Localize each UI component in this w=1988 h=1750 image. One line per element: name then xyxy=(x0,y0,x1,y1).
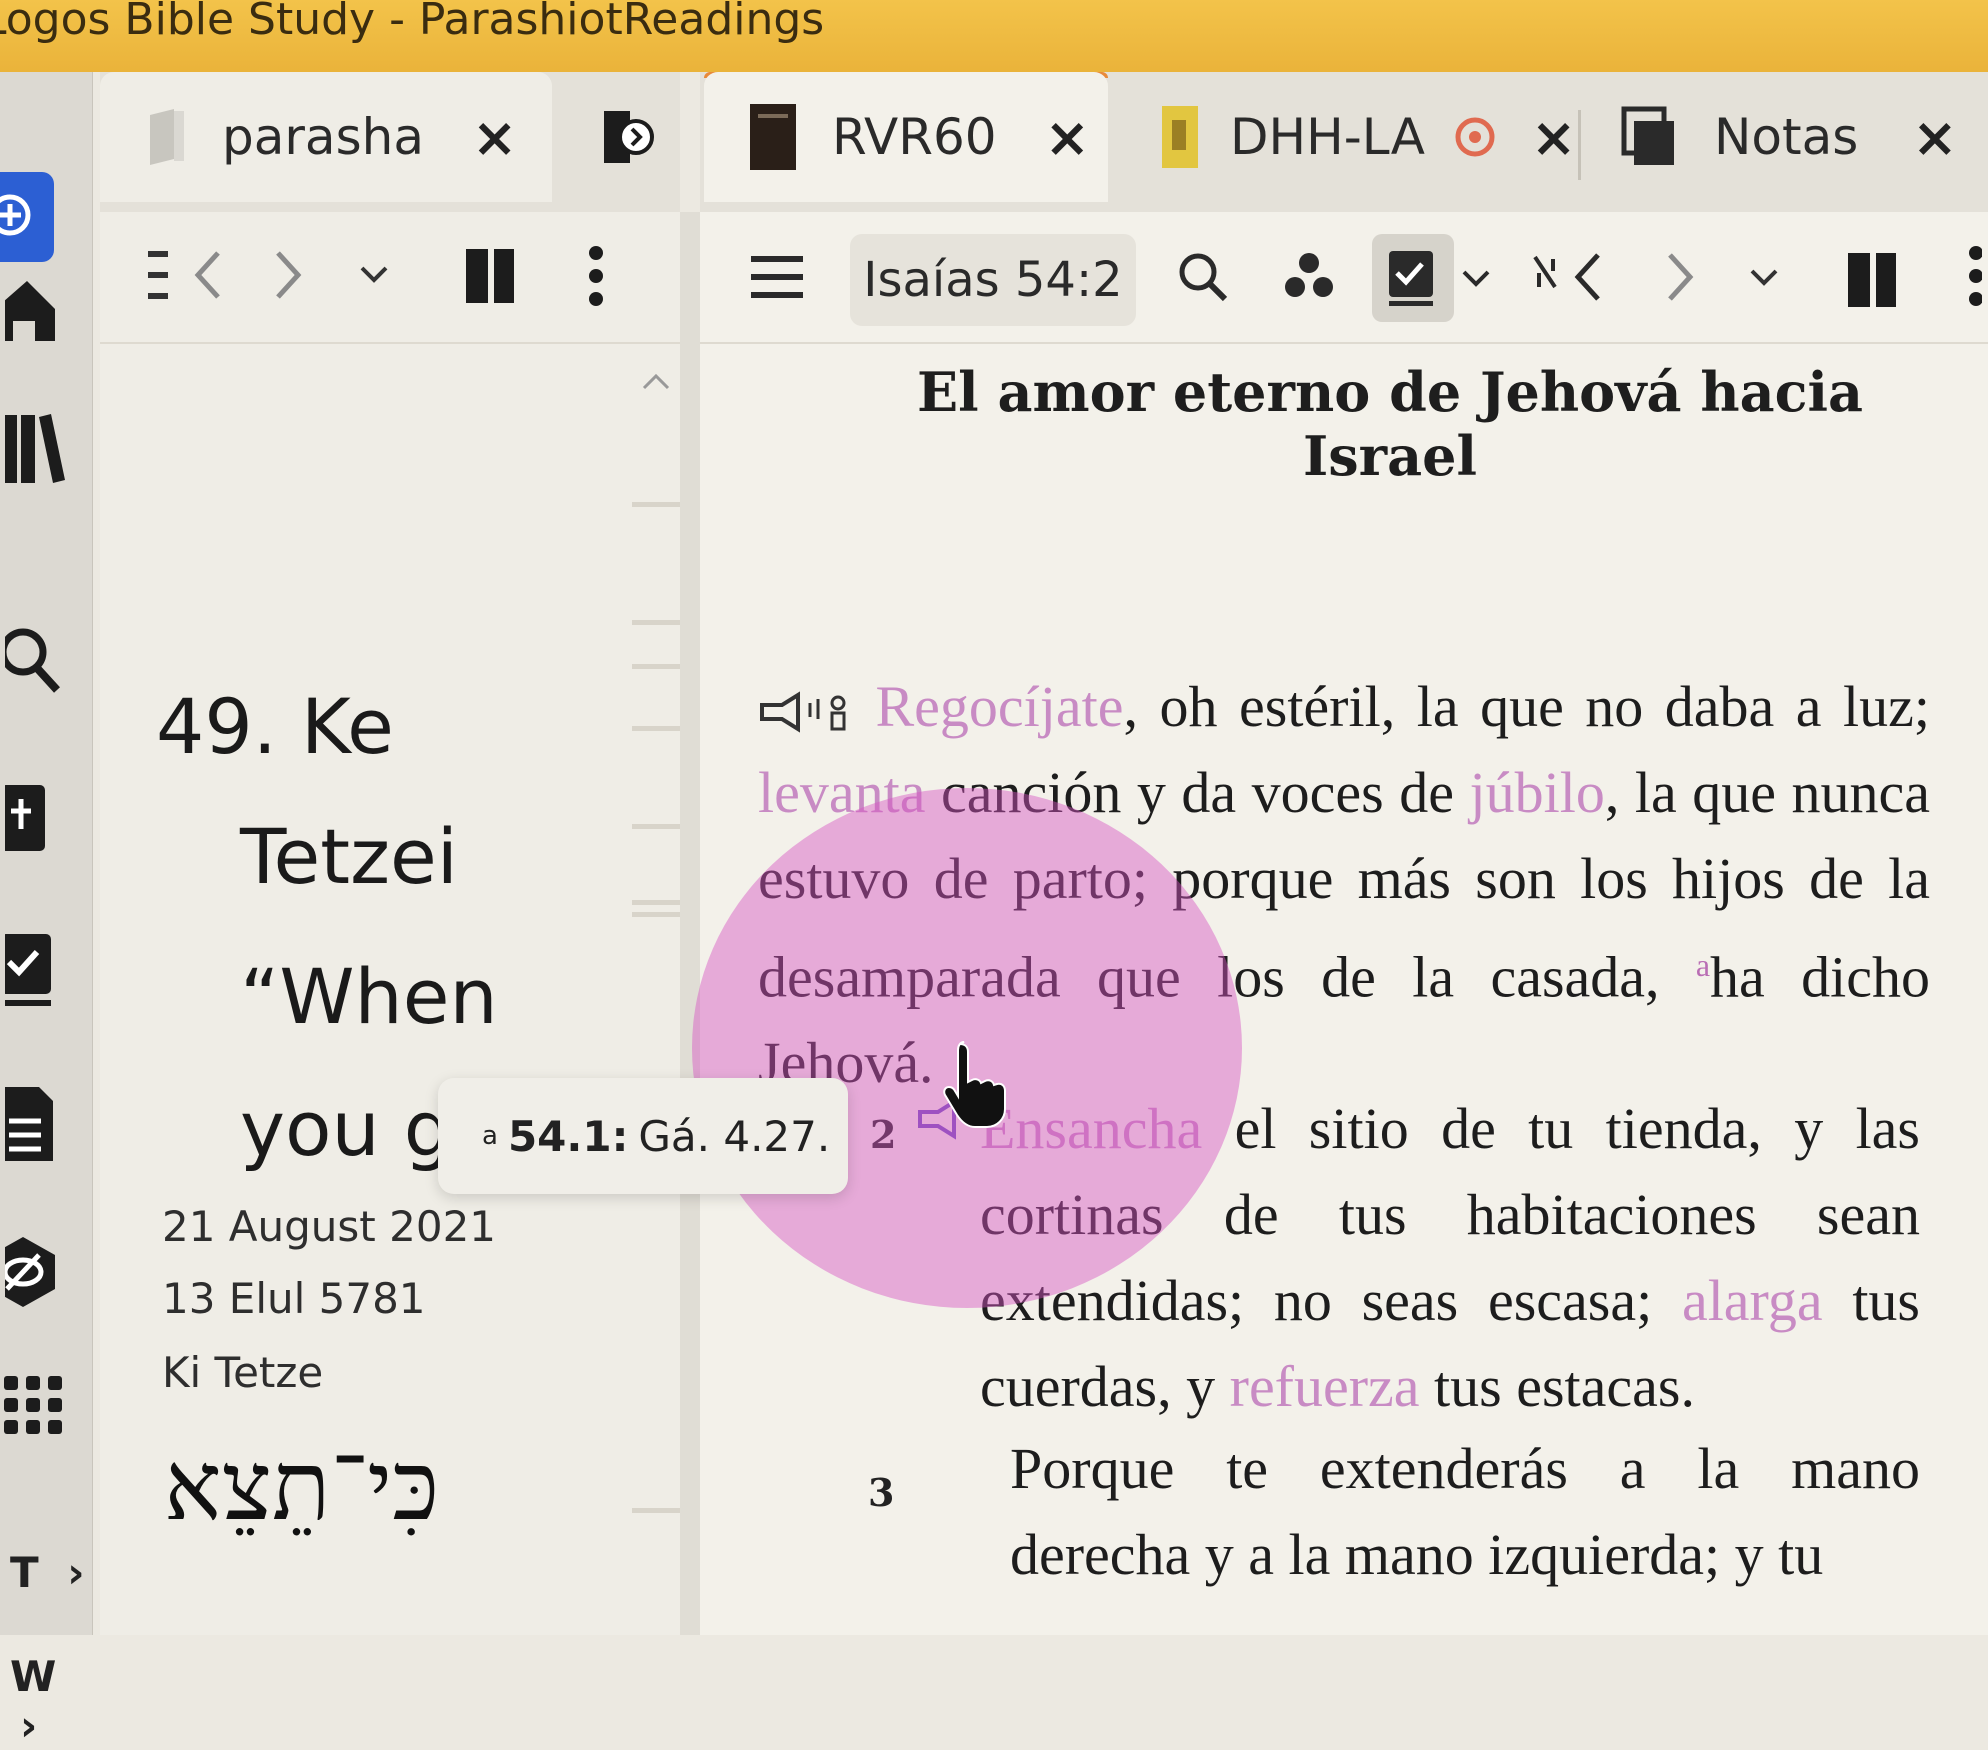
scroll-marker xyxy=(632,900,680,905)
reading-plan-button[interactable] xyxy=(1372,234,1454,322)
back-icon[interactable] xyxy=(1558,242,1618,312)
forward-icon[interactable] xyxy=(260,240,316,310)
footnote-tooltip[interactable]: a 54.1: Gá. 4.27. xyxy=(438,1078,848,1194)
app-title: Logos Bible Study - ParashiotReadings xyxy=(0,0,825,45)
bible-cover-icon xyxy=(750,104,796,170)
pane-divider[interactable] xyxy=(680,212,700,1635)
parasha-title-line: 49. Ke xyxy=(156,682,394,771)
tab-separator xyxy=(1578,110,1581,180)
close-tab-icon[interactable]: × xyxy=(1531,106,1576,169)
highlighted-word[interactable]: alarga xyxy=(1682,1268,1823,1333)
tab-dhh-la[interactable]: DHH-LA × xyxy=(1160,72,1580,202)
chevron-down-icon[interactable] xyxy=(1456,254,1496,304)
window-titlebar: Logos Bible Study - ParashiotReadings xyxy=(0,0,1988,72)
chevron-down-icon[interactable] xyxy=(1736,248,1792,308)
left-toolbar xyxy=(100,212,680,344)
bible-cover-icon xyxy=(1162,106,1198,168)
sidebar-item-t[interactable]: T › xyxy=(10,1548,85,1597)
menu-icon[interactable] xyxy=(744,242,810,312)
tooltip-crossref[interactable]: Gá. 4.27. xyxy=(638,1112,830,1161)
scroll-up-icon[interactable] xyxy=(632,362,680,402)
tooltip-marker: a xyxy=(482,1121,498,1151)
parasha-title-line: Tetzei xyxy=(240,812,458,901)
chevron-right-icon: › xyxy=(67,1548,85,1597)
app-sidebar: T › W › xyxy=(0,72,93,1750)
split-pane-icon[interactable] xyxy=(458,238,522,314)
split-pane-icon[interactable] xyxy=(1840,242,1904,318)
hebrew-title: כִּי־תֵצֵא xyxy=(164,1430,440,1542)
chevron-right-icon: › xyxy=(20,1701,38,1750)
notes-icon xyxy=(1621,106,1674,165)
scroll-marker xyxy=(632,1508,680,1513)
audio-speaker-icon[interactable] xyxy=(758,689,854,737)
verse-number: 3 xyxy=(868,1470,895,1515)
section-heading: El amor eterno de Jehová hacia Israel xyxy=(917,360,1863,488)
left-tab-row: parasha × xyxy=(100,72,680,212)
back-icon[interactable] xyxy=(180,240,236,310)
visibility-off-icon[interactable] xyxy=(0,1222,70,1322)
close-tab-icon[interactable]: × xyxy=(1045,106,1090,169)
highlighted-word[interactable]: Regocíjate xyxy=(876,674,1124,739)
checklist-icon xyxy=(1389,251,1433,306)
sidebar-item-w[interactable]: W › xyxy=(10,1652,92,1750)
close-tab-icon[interactable]: × xyxy=(472,106,517,169)
highlighted-word[interactable]: Ensancha xyxy=(980,1096,1202,1161)
parasha-panel: 49. Ke Tetzei “When you g 21 August 2021… xyxy=(100,212,680,1635)
highlighted-word[interactable]: refuerza xyxy=(1230,1354,1420,1419)
search-icon[interactable] xyxy=(1168,242,1238,312)
scroll-marker xyxy=(632,726,680,731)
parasha-title-line: you g xyxy=(240,1084,453,1173)
verse-number: 2 xyxy=(870,1112,897,1157)
highlighted-word[interactable]: júbilo xyxy=(1470,760,1605,825)
link-target-icon[interactable] xyxy=(1453,115,1497,159)
gregorian-date: 21 August 2021 xyxy=(162,1202,497,1251)
book-icon xyxy=(150,109,184,165)
apps-grid-icon[interactable] xyxy=(0,1372,70,1452)
scroll-marker xyxy=(632,824,680,829)
footnote-marker[interactable]: a xyxy=(1696,947,1710,983)
more-options-icon[interactable] xyxy=(576,238,616,314)
visual-filter-icon[interactable] xyxy=(1274,242,1344,312)
library-icon[interactable] xyxy=(0,402,70,492)
hand-cursor-icon xyxy=(943,1041,1006,1128)
list-icon[interactable] xyxy=(144,240,174,310)
tooltip-reference: 54.1: xyxy=(507,1111,629,1161)
parasha-name: Ki Tetze xyxy=(162,1348,324,1397)
hebrew-date: 13 Elul 5781 xyxy=(162,1274,426,1323)
tab-notas[interactable]: Notas × xyxy=(1620,72,1980,202)
verse-1: Regocíjate, oh estéril, la que no daba a… xyxy=(758,674,1930,1096)
scroll-marker xyxy=(632,912,680,917)
verse-2: Ensancha el sitio de tu tienda, y las co… xyxy=(918,1086,1920,1430)
tab-rvr60[interactable]: RVR60 × xyxy=(704,72,1108,202)
home-icon[interactable] xyxy=(0,272,70,352)
close-tab-icon[interactable]: × xyxy=(1912,106,1957,169)
scroll-marker xyxy=(632,502,680,507)
more-options-icon[interactable] xyxy=(1956,238,1988,314)
scroll-marker xyxy=(632,664,680,669)
tab-parasha[interactable]: parasha × xyxy=(100,72,552,202)
bible-toolbar: Isaías 54:2 xyxy=(700,212,1988,344)
panel-menu-tab[interactable] xyxy=(600,72,670,202)
verse-3: Porque te extenderás a la mano derecha y… xyxy=(1010,1436,1920,1587)
chevron-down-icon[interactable] xyxy=(346,240,402,310)
reference-text: Isaías 54:2 xyxy=(863,252,1123,308)
search-icon[interactable] xyxy=(0,617,70,707)
reference-box[interactable]: Isaías 54:2 xyxy=(850,234,1136,326)
highlighted-word[interactable]: levanta xyxy=(758,760,925,825)
panel-switch-icon xyxy=(604,111,654,163)
scroll-marker xyxy=(632,620,680,625)
bible-guide-icon[interactable] xyxy=(0,772,70,862)
document-icon[interactable] xyxy=(0,1072,70,1172)
checklist-icon[interactable] xyxy=(0,917,70,1017)
add-panel-button[interactable] xyxy=(0,172,54,262)
forward-icon[interactable] xyxy=(1650,242,1710,312)
right-tab-row: RVR60 × DHH-LA × Notas × xyxy=(700,72,1988,212)
bible-panel: Isaías 54:2 El amor eterno de Jehová hac… xyxy=(700,212,1988,1635)
parasha-title-line: “When xyxy=(240,952,498,1041)
